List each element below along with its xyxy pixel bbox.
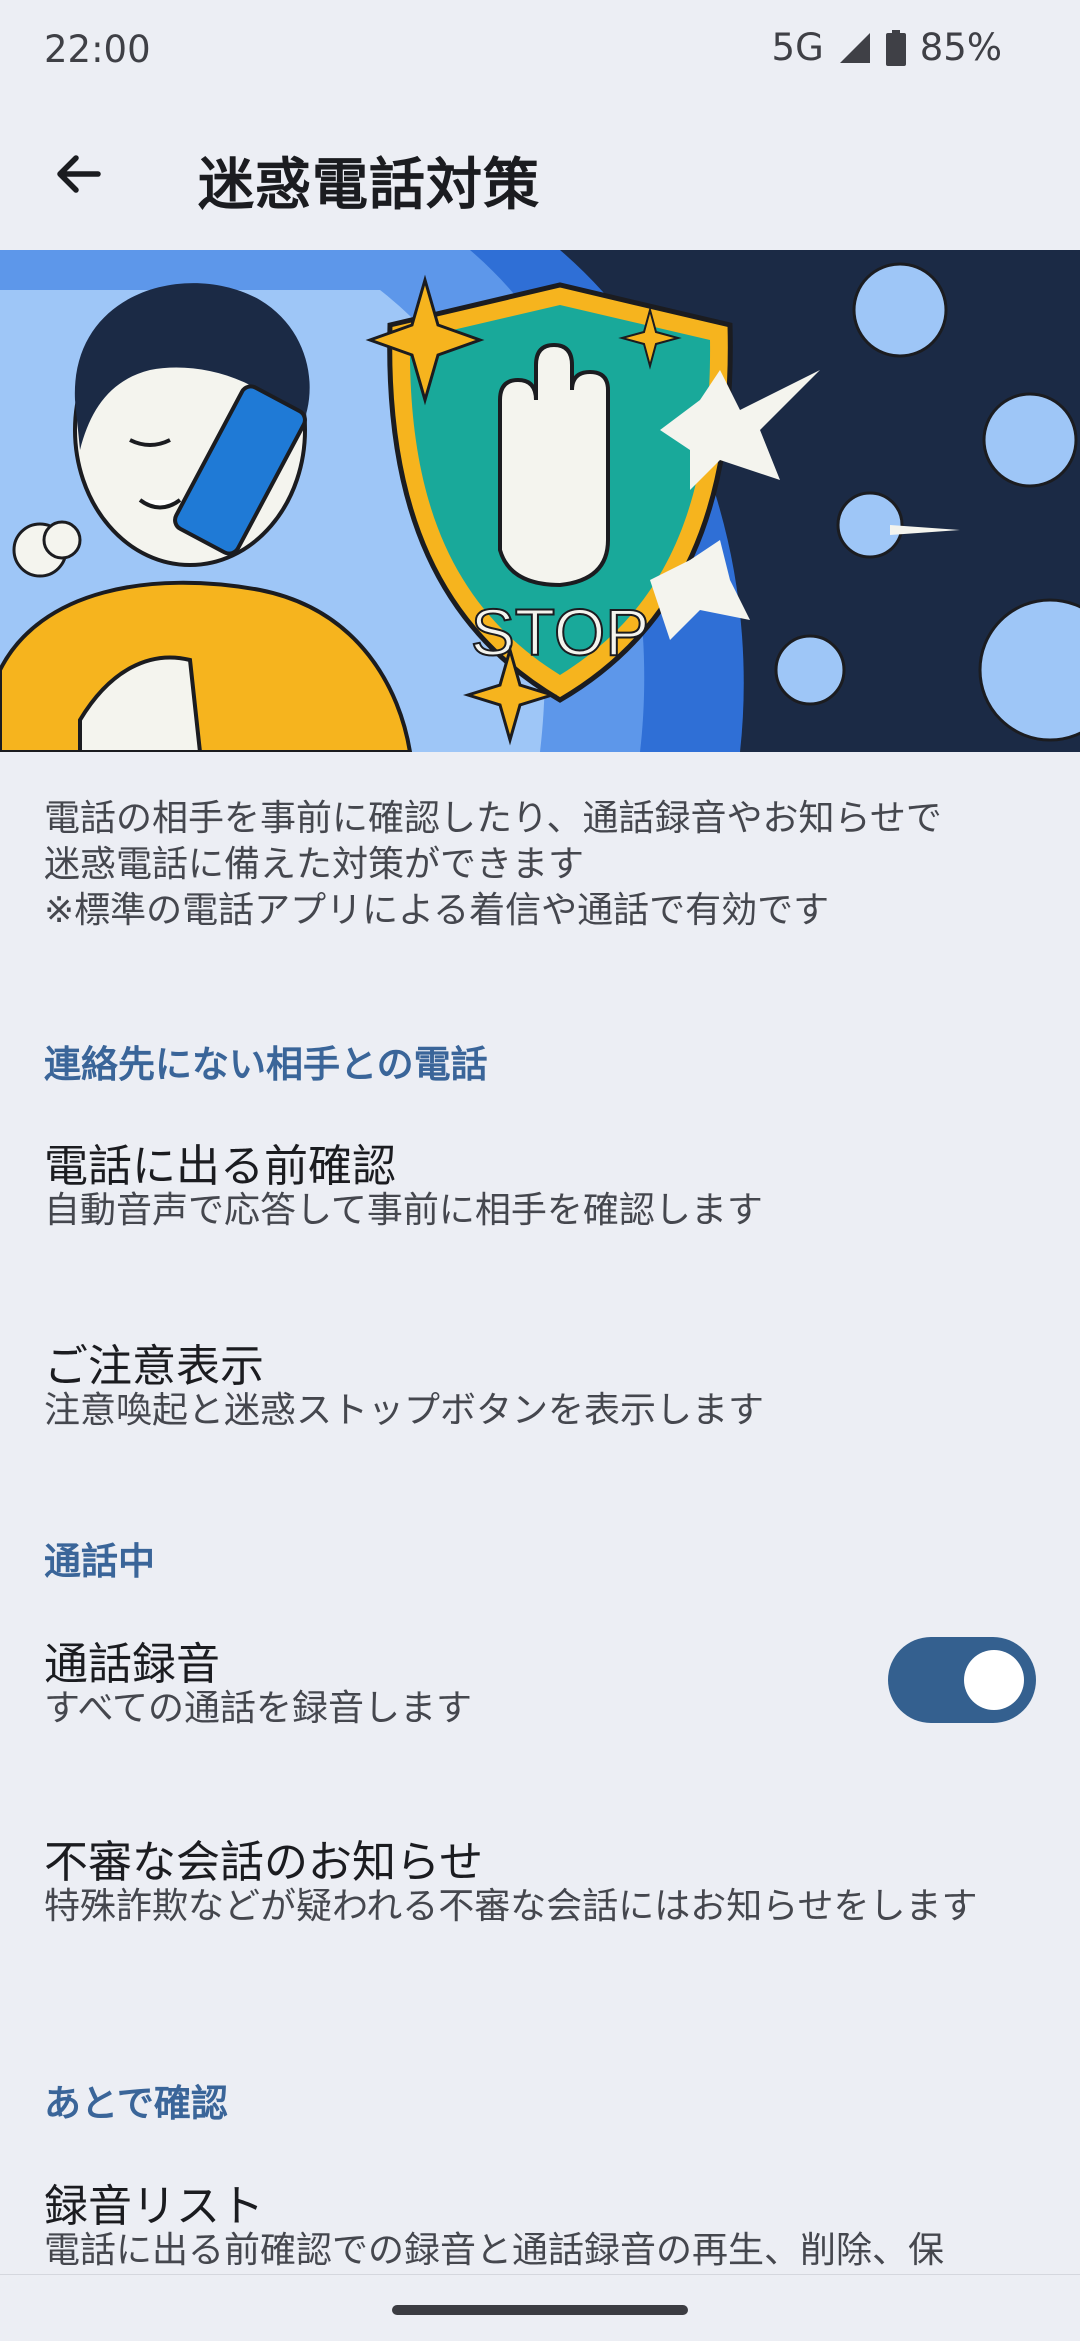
item-title: 不審な会話のお知らせ <box>44 1837 484 1888</box>
item-title: 録音リスト <box>44 2181 264 2232</box>
settings-item-call-recording[interactable]: 通話録音 すべての通話を録音します <box>0 1608 1080 1758</box>
item-title: ご注意表示 <box>44 1341 264 1392</box>
section-header-check-later: あとで確認 <box>44 2082 228 2125</box>
call-recording-toggle[interactable] <box>888 1637 1036 1723</box>
navigation-bar <box>0 2274 1080 2341</box>
hero-illustration: STOP <box>0 250 1080 752</box>
toggle-knob <box>964 1650 1024 1710</box>
item-subtitle: 自動音声で応答して事前に相手を確認します <box>44 1190 763 1231</box>
intro-line: 迷惑電話に備えた対策ができます <box>44 844 585 885</box>
status-bar: 22:00 5G 85% <box>0 0 1080 100</box>
item-subtitle: 注意喚起と迷惑ストップボタンを表示します <box>44 1390 765 1431</box>
settings-item-recording-list[interactable]: 録音リスト 電話に出る前確認での録音と通話録音の再生、削除、保 <box>0 2150 1080 2274</box>
battery-icon <box>885 29 906 66</box>
intro-line: 電話の相手を事前に確認したり、通話録音やお知らせで <box>44 798 942 839</box>
back-button[interactable] <box>36 132 120 216</box>
item-subtitle: すべての通話を録音します <box>44 1688 473 1729</box>
item-title: 通話録音 <box>44 1639 220 1690</box>
status-time: 22:00 <box>44 28 151 71</box>
signal-icon <box>839 32 870 63</box>
settings-item-suspicious-call-alert[interactable]: 不審な会話のお知らせ 特殊詐欺などが疑われる不審な会話にはお知らせをします <box>0 1806 1080 1996</box>
section-header-unknown-callers: 連絡先にない相手との電話 <box>44 1043 488 1086</box>
intro-description: 電話の相手を事前に確認したり、通話録音やお知らせで 迷惑電話に備えた対策ができま… <box>44 796 1044 934</box>
app-bar: 迷惑電話対策 <box>0 100 1080 250</box>
item-subtitle: 特殊詐欺などが疑われる不審な会話にはお知らせをします <box>44 1886 978 1927</box>
battery-percent: 85% <box>919 26 1002 69</box>
gesture-handle[interactable] <box>392 2305 688 2315</box>
settings-item-caution-display[interactable]: ご注意表示 注意喚起と迷惑ストップボタンを表示します <box>0 1310 1080 1460</box>
item-title: 電話に出る前確認 <box>44 1141 396 1192</box>
network-type: 5G <box>771 26 824 69</box>
back-arrow-icon <box>57 155 101 193</box>
item-subtitle: 電話に出る前確認での録音と通話録音の再生、削除、保 <box>44 2230 945 2271</box>
stop-label: STOP <box>471 595 650 669</box>
page-title: 迷惑電話対策 <box>198 153 540 218</box>
settings-item-pre-answer-check[interactable]: 電話に出る前確認 自動音声で応答して事前に相手を確認します <box>0 1110 1080 1260</box>
status-icons: 5G 85% <box>772 26 1002 69</box>
section-header-during-call: 通話中 <box>44 1540 155 1583</box>
intro-line: ※標準の電話アプリによる着信や通話で有効です <box>44 890 830 931</box>
